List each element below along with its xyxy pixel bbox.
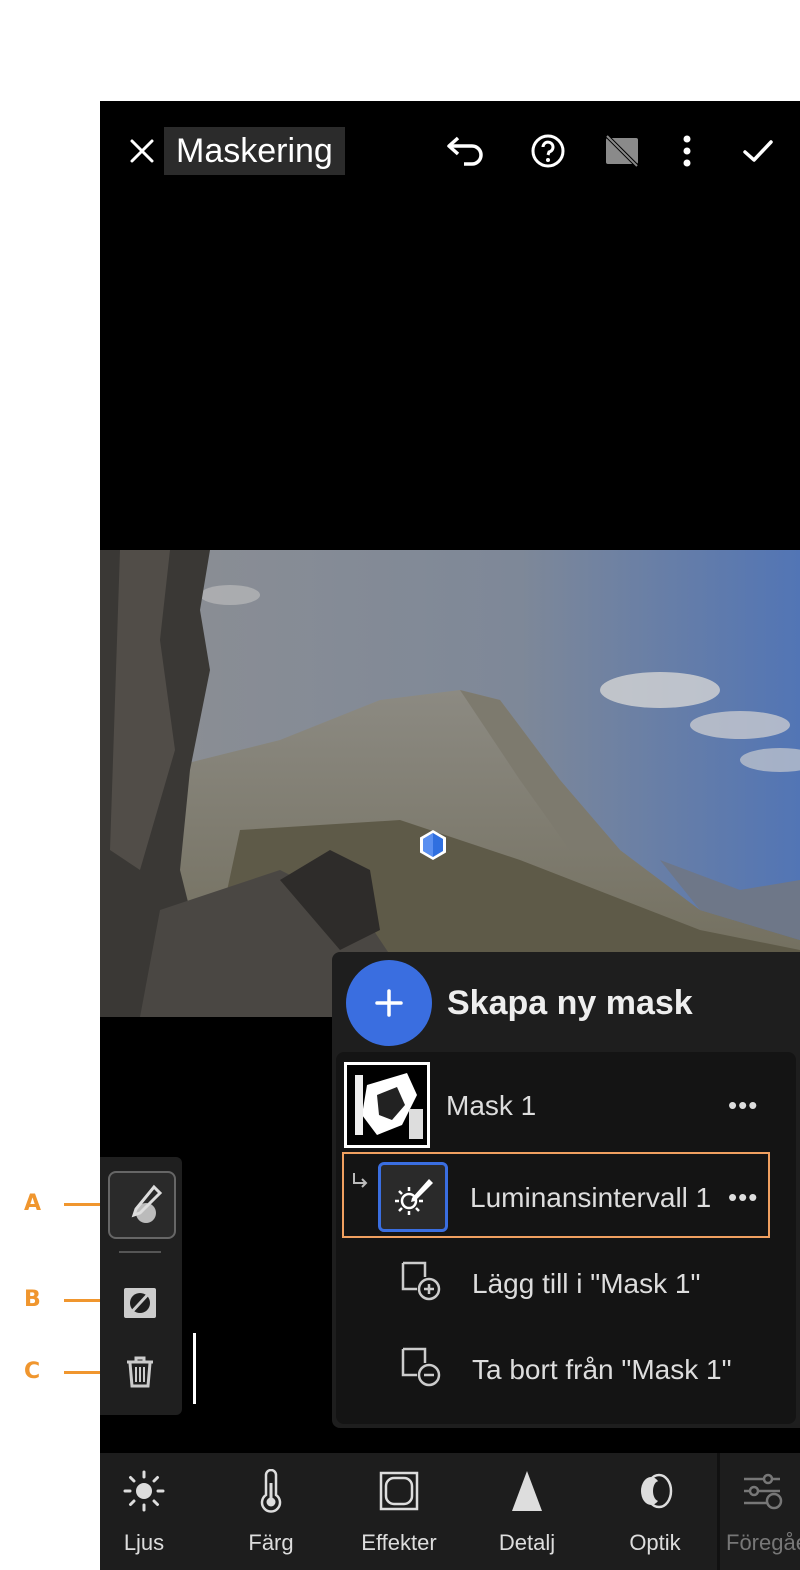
page-title-text: Maskering (176, 131, 333, 170)
tab-label: Färg (248, 1530, 294, 1555)
triangle-icon (467, 1469, 587, 1513)
mask-more-icon[interactable]: ••• (728, 1090, 758, 1121)
create-mask-label[interactable]: Skapa ny mask (447, 984, 693, 1023)
page-title: Maskering (164, 127, 345, 175)
callout-a: A (0, 1189, 102, 1219)
callout-line (64, 1299, 102, 1302)
tool-divider (119, 1251, 161, 1253)
callout-letter: A (24, 1191, 42, 1216)
tab-label: Detalj (498, 1530, 556, 1555)
help-icon[interactable] (528, 131, 568, 171)
mask-preview-image (347, 1065, 427, 1145)
phone-screen: Maskering Skapa ny mask Mask 1 ••• Lumin… (100, 101, 800, 1570)
callout-line (64, 1371, 102, 1374)
callout-line (64, 1203, 102, 1206)
invert-mask-icon[interactable] (120, 1283, 160, 1323)
more-options-icon[interactable] (672, 131, 702, 171)
remove-from-mask-label[interactable]: Ta bort från "Mask 1" (472, 1354, 732, 1386)
callout-b: B (0, 1285, 102, 1315)
bottom-toolbar: Ljus Färg Effekter Detalj Optik Föregåe (100, 1453, 800, 1570)
thermometer-icon (211, 1469, 331, 1513)
drag-handle[interactable] (193, 1333, 196, 1404)
tab-label: Optik (629, 1530, 681, 1555)
tab-light[interactable]: Ljus (100, 1453, 204, 1570)
callout-letter: C (24, 1359, 41, 1384)
vignette-icon (339, 1469, 459, 1513)
mask-name[interactable]: Mask 1 (446, 1090, 536, 1122)
confirm-check-icon[interactable] (738, 131, 778, 171)
lens-icon (595, 1469, 715, 1513)
tab-presets[interactable]: Föregåe (720, 1453, 800, 1570)
presets-icon (720, 1469, 800, 1513)
component-more-icon[interactable]: ••• (728, 1182, 758, 1213)
trash-icon[interactable] (120, 1351, 160, 1391)
tab-label: Föregåe (726, 1530, 800, 1555)
tab-effects[interactable]: Effekter (339, 1453, 459, 1570)
sun-icon (100, 1469, 204, 1513)
eyedropper-icon (131, 1184, 163, 1223)
mask-pin-icon[interactable] (416, 828, 450, 867)
mask-tool-strip (100, 1157, 182, 1415)
callout-c: C (0, 1357, 102, 1387)
tab-label: Effekter (361, 1530, 437, 1555)
tab-optics[interactable]: Optik (595, 1453, 715, 1570)
component-name[interactable]: Luminansintervall 1 (470, 1182, 711, 1214)
subitem-arrow-icon (350, 1170, 372, 1192)
add-to-mask-icon[interactable] (398, 1258, 444, 1304)
photo-canvas[interactable] (100, 550, 800, 1017)
mask-list: Mask 1 ••• Luminansintervall 1 ••• Lägg … (336, 1052, 796, 1424)
overlay-off-icon[interactable] (600, 131, 644, 171)
mask-thumbnail[interactable] (344, 1062, 430, 1148)
landscape-image (100, 550, 800, 1017)
tab-detail[interactable]: Detalj (467, 1453, 587, 1570)
tab-label: Ljus (123, 1530, 165, 1555)
create-mask-button[interactable] (346, 960, 432, 1046)
masks-panel: Skapa ny mask Mask 1 ••• Luminansinterva… (332, 952, 800, 1428)
close-icon[interactable] (122, 131, 162, 171)
subtract-from-mask-icon[interactable] (398, 1344, 444, 1390)
eyedropper-tool-button[interactable] (108, 1171, 176, 1239)
add-to-mask-label[interactable]: Lägg till i "Mask 1" (472, 1268, 700, 1300)
luminance-range-icon[interactable] (378, 1162, 448, 1232)
callout-letter: B (24, 1287, 41, 1312)
plus-icon (375, 989, 403, 1017)
top-bar: Maskering (100, 101, 800, 201)
tab-color[interactable]: Färg (211, 1453, 331, 1570)
undo-icon[interactable] (442, 129, 488, 173)
